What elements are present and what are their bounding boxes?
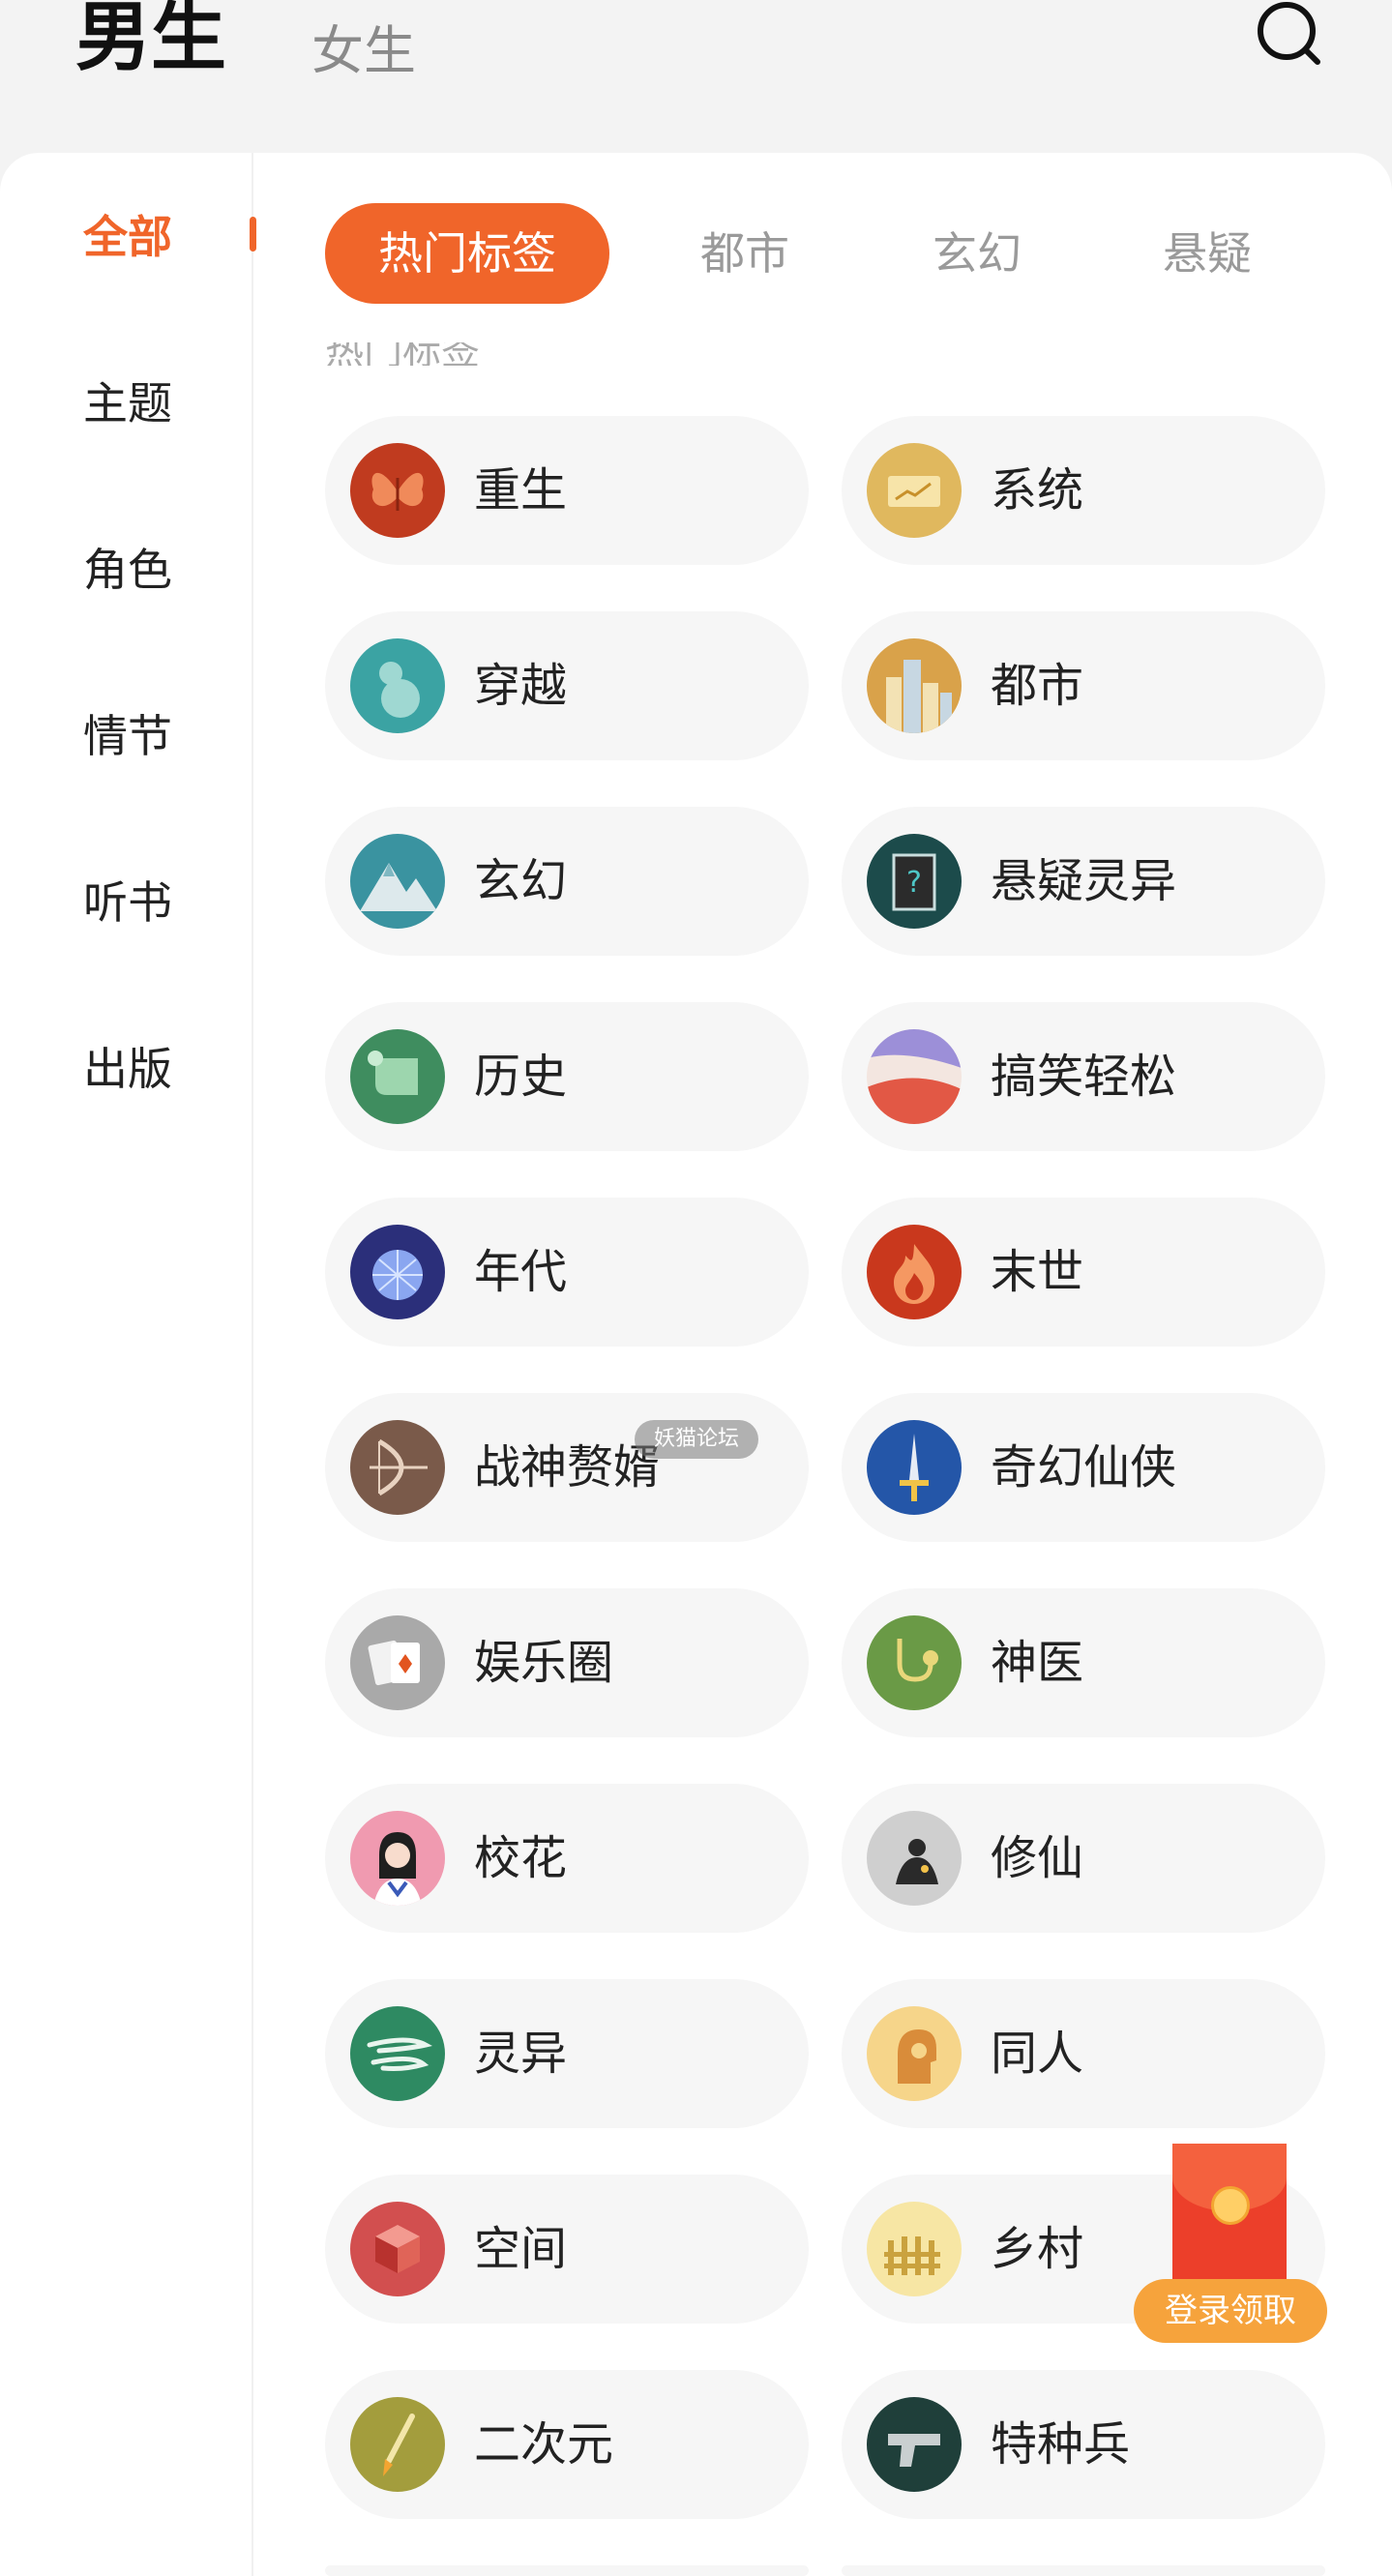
tag-row-partial-left[interactable] bbox=[325, 2565, 809, 2576]
tag-rebirth[interactable]: 重生 bbox=[325, 416, 809, 565]
category-sidebar: 全部 主题 角色 情节 听书 出版 bbox=[0, 153, 256, 2576]
tag-supernatural[interactable]: 灵异 bbox=[325, 1979, 809, 2128]
fire-icon bbox=[867, 1225, 962, 1319]
mountain-icon bbox=[350, 834, 445, 929]
disco-ball-icon bbox=[350, 1225, 445, 1319]
stethoscope-icon bbox=[867, 1615, 962, 1710]
section-title: 热门标签 bbox=[325, 342, 480, 366]
login-claim-button[interactable]: 登录领取 bbox=[1134, 2279, 1327, 2343]
female-tab[interactable]: 女生 bbox=[311, 25, 416, 77]
tag-space[interactable]: 空间 bbox=[325, 2175, 809, 2324]
tag-fantasy-xianxia[interactable]: 奇幻仙侠 bbox=[842, 1393, 1325, 1542]
scroll-icon bbox=[350, 1029, 445, 1124]
tag-anime[interactable]: 二次元 bbox=[325, 2370, 809, 2519]
tag-war-god[interactable]: 战神赘婿 bbox=[325, 1393, 809, 1542]
content-card: 全部 主题 角色 情节 听书 出版 热门标签 都市 玄幻 悬疑 热门标签 重生 … bbox=[0, 153, 1392, 2576]
tag-era[interactable]: 年代 bbox=[325, 1198, 809, 1347]
tag-entertainment[interactable]: 娱乐圈 bbox=[325, 1588, 809, 1737]
meditation-icon bbox=[867, 1811, 962, 1906]
sword-icon bbox=[867, 1420, 962, 1515]
cube-icon bbox=[350, 2202, 445, 2296]
watermark: 妖猫论坛 bbox=[635, 1420, 758, 1459]
tag-time-travel[interactable]: 穿越 bbox=[325, 611, 809, 760]
profile-icon bbox=[867, 2006, 962, 2101]
wind-icon bbox=[350, 2006, 445, 2101]
butterfly-icon bbox=[350, 443, 445, 538]
city-icon bbox=[867, 638, 962, 733]
search-icon bbox=[1258, 2, 1320, 65]
tab-fantasy[interactable]: 玄幻 bbox=[900, 203, 1054, 304]
tab-mystery[interactable]: 悬疑 bbox=[1130, 203, 1285, 304]
fence-icon bbox=[867, 2202, 962, 2296]
tag-xuanhuan[interactable]: 玄幻 bbox=[325, 807, 809, 956]
sidebar-item-plot[interactable]: 情节 bbox=[83, 714, 172, 758]
tag-comedy[interactable]: 搞笑轻松 bbox=[842, 1002, 1325, 1151]
sidebar-item-audiobook[interactable]: 听书 bbox=[83, 880, 172, 925]
sidebar-item-theme[interactable]: 主题 bbox=[83, 381, 172, 426]
cards-icon bbox=[350, 1615, 445, 1710]
bow-icon bbox=[350, 1420, 445, 1515]
brush-icon bbox=[350, 2397, 445, 2492]
search-button[interactable] bbox=[1248, 0, 1325, 68]
tag-apocalypse[interactable]: 末世 bbox=[842, 1198, 1325, 1347]
wave-icon bbox=[867, 1029, 962, 1124]
tag-mystery-supernatural[interactable]: ? 悬疑灵异 bbox=[842, 807, 1325, 956]
tag-row-partial-right[interactable] bbox=[842, 2565, 1325, 2576]
tag-special-forces[interactable]: 特种兵 bbox=[842, 2370, 1325, 2519]
tag-urban[interactable]: 都市 bbox=[842, 611, 1325, 760]
tag-fanfic[interactable]: 同人 bbox=[842, 1979, 1325, 2128]
coin-icon bbox=[1211, 2186, 1250, 2225]
tag-cultivation[interactable]: 修仙 bbox=[842, 1784, 1325, 1933]
tag-miracle-doctor[interactable]: 神医 bbox=[842, 1588, 1325, 1737]
tab-urban[interactable]: 都市 bbox=[667, 203, 822, 304]
screen-icon bbox=[867, 443, 962, 538]
top-header: 男生 女生 bbox=[0, 0, 1392, 155]
sidebar-item-publishing[interactable]: 出版 bbox=[83, 1047, 172, 1091]
tag-school-belle[interactable]: 校花 bbox=[325, 1784, 809, 1933]
red-envelope-promo[interactable]: 登录领取 bbox=[1134, 2144, 1327, 2347]
sidebar-item-role[interactable]: 角色 bbox=[83, 548, 172, 592]
tag-history[interactable]: 历史 bbox=[325, 1002, 809, 1151]
pistol-icon bbox=[867, 2397, 962, 2492]
gourd-icon bbox=[350, 638, 445, 733]
tag-system[interactable]: 系统 bbox=[842, 416, 1325, 565]
sidebar-active-indicator bbox=[250, 217, 256, 252]
girl-icon bbox=[350, 1811, 445, 1906]
tab-hot-tags[interactable]: 热门标签 bbox=[325, 203, 609, 304]
mystery-book-icon: ? bbox=[867, 834, 962, 929]
svg-text:?: ? bbox=[906, 866, 922, 900]
male-tab[interactable]: 男生 bbox=[75, 0, 226, 75]
sidebar-item-all[interactable]: 全部 bbox=[83, 215, 172, 259]
